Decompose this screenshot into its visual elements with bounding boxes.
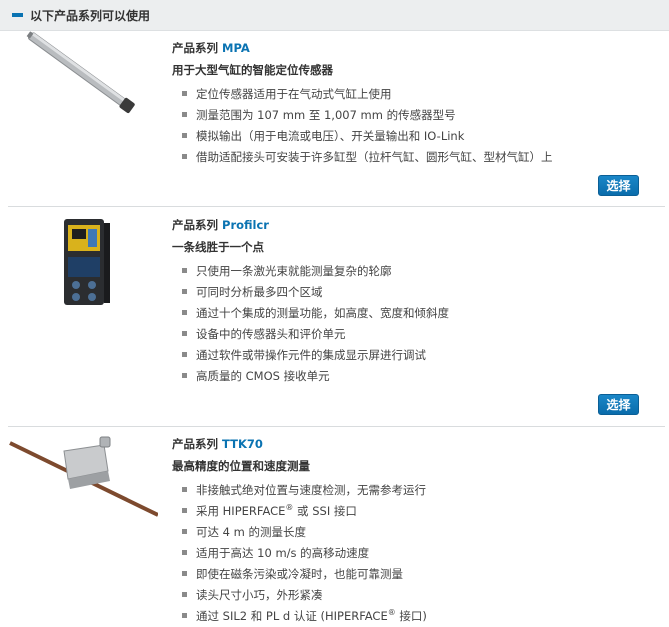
series-prefix: 产品系列 (172, 41, 218, 55)
product-card-profiler: 产品系列 Profilcr 一条线胜于一个点 只使用一条激光束就能测量复杂的轮廓… (0, 207, 669, 427)
list-item: 采用 HIPERFACE® 或 SSI 接口 (182, 501, 427, 522)
bullet-square-icon (182, 133, 187, 138)
bullet-square-icon (182, 112, 187, 117)
product-tagline: 用于大型气缸的智能定位传感器 (172, 63, 333, 77)
product-image-profiler[interactable] (8, 213, 158, 323)
list-item: 通过 SIL2 和 PL d 认证 (HIPERFACE® 接口) (182, 606, 427, 627)
product-card-ttk70: 产品系列 TTK70 最高精度的位置和速度测量 非接触式绝对位置与速度检测，无需… (0, 427, 669, 627)
list-item: 测量范围为 107 mm 至 1,007 mm 的传感器型号 (182, 105, 553, 126)
feature-list: 定位传感器适用于在气动式气缸上使用 测量范围为 107 mm 至 1,007 m… (182, 84, 553, 168)
series-prefix: 产品系列 (172, 218, 218, 232)
select-button[interactable]: 选择 (598, 175, 639, 196)
bullet-square-icon (182, 571, 187, 576)
select-button[interactable]: 选择 (598, 394, 639, 415)
product-image-ttk70[interactable] (8, 429, 159, 539)
series-name-link[interactable]: MPA (222, 41, 250, 55)
product-card-mpa: 产品系列 MPA 用于大型气缸的智能定位传感器 定位传感器适用于在气动式气缸上使… (0, 31, 669, 207)
list-item: 通过软件或带操作元件的集成显示屏进行调试 (182, 345, 449, 366)
bullet-square-icon (182, 373, 187, 378)
product-tagline: 一条线胜于一个点 (172, 240, 264, 254)
bullet-square-icon (182, 268, 187, 273)
product-tagline: 最高精度的位置和速度测量 (172, 459, 310, 473)
bullet-square-icon (182, 154, 187, 159)
series-prefix: 产品系列 (172, 437, 218, 451)
product-series: 产品系列 TTK70 (172, 436, 263, 452)
bullet-square-icon (182, 331, 187, 336)
bullet-square-icon (182, 529, 187, 534)
bullet-square-icon (182, 289, 187, 294)
list-item: 模拟输出（用于电流或电压）、开关量输出和 IO-Link (182, 126, 553, 147)
series-name-link[interactable]: TTK70 (222, 437, 263, 451)
bullet-square-icon (182, 310, 187, 315)
feature-list: 非接触式绝对位置与速度检测，无需参考运行 采用 HIPERFACE® 或 SSI… (182, 480, 427, 627)
bullet-square-icon (182, 352, 187, 357)
bullet-square-icon (182, 487, 187, 492)
list-item: 借助适配接头可安装于许多缸型（拉杆气缸、圆形气缸、型材气缸）上 (182, 147, 553, 168)
list-item: 定位传感器适用于在气动式气缸上使用 (182, 84, 553, 105)
product-image-mpa[interactable] (8, 31, 158, 141)
list-item: 即使在磁条污染或冷凝时，也能可靠测量 (182, 564, 427, 585)
feature-list: 只使用一条激光束就能测量复杂的轮廓 可同时分析最多四个区域 通过十个集成的测量功… (182, 261, 449, 387)
list-item: 可达 4 m 的测量长度 (182, 522, 427, 543)
list-item: 只使用一条激光束就能测量复杂的轮廓 (182, 261, 449, 282)
section-title: 以下产品系列可以使用 (30, 9, 151, 23)
bullet-square-icon (182, 91, 187, 96)
bullet-square-icon (182, 550, 187, 555)
bullet-square-icon (182, 613, 187, 618)
section-header: 以下产品系列可以使用 (0, 0, 669, 31)
bullet-square-icon (182, 592, 187, 597)
list-item: 通过十个集成的测量功能，如高度、宽度和倾斜度 (182, 303, 449, 324)
list-item: 非接触式绝对位置与速度检测，无需参考运行 (182, 480, 427, 501)
product-series: 产品系列 MPA (172, 40, 250, 56)
list-item: 可同时分析最多四个区域 (182, 282, 449, 303)
list-item: 设备中的传感器头和评价单元 (182, 324, 449, 345)
list-item: 高质量的 CMOS 接收单元 (182, 366, 449, 387)
list-item: 读头尺寸小巧，外形紧凑 (182, 585, 427, 606)
series-name-link[interactable]: Profilcr (222, 218, 269, 232)
list-item: 适用于高达 10 m/s 的高移动速度 (182, 543, 427, 564)
collapse-dash-icon[interactable] (12, 13, 23, 17)
bullet-square-icon (182, 508, 187, 513)
product-series: 产品系列 Profilcr (172, 217, 269, 233)
